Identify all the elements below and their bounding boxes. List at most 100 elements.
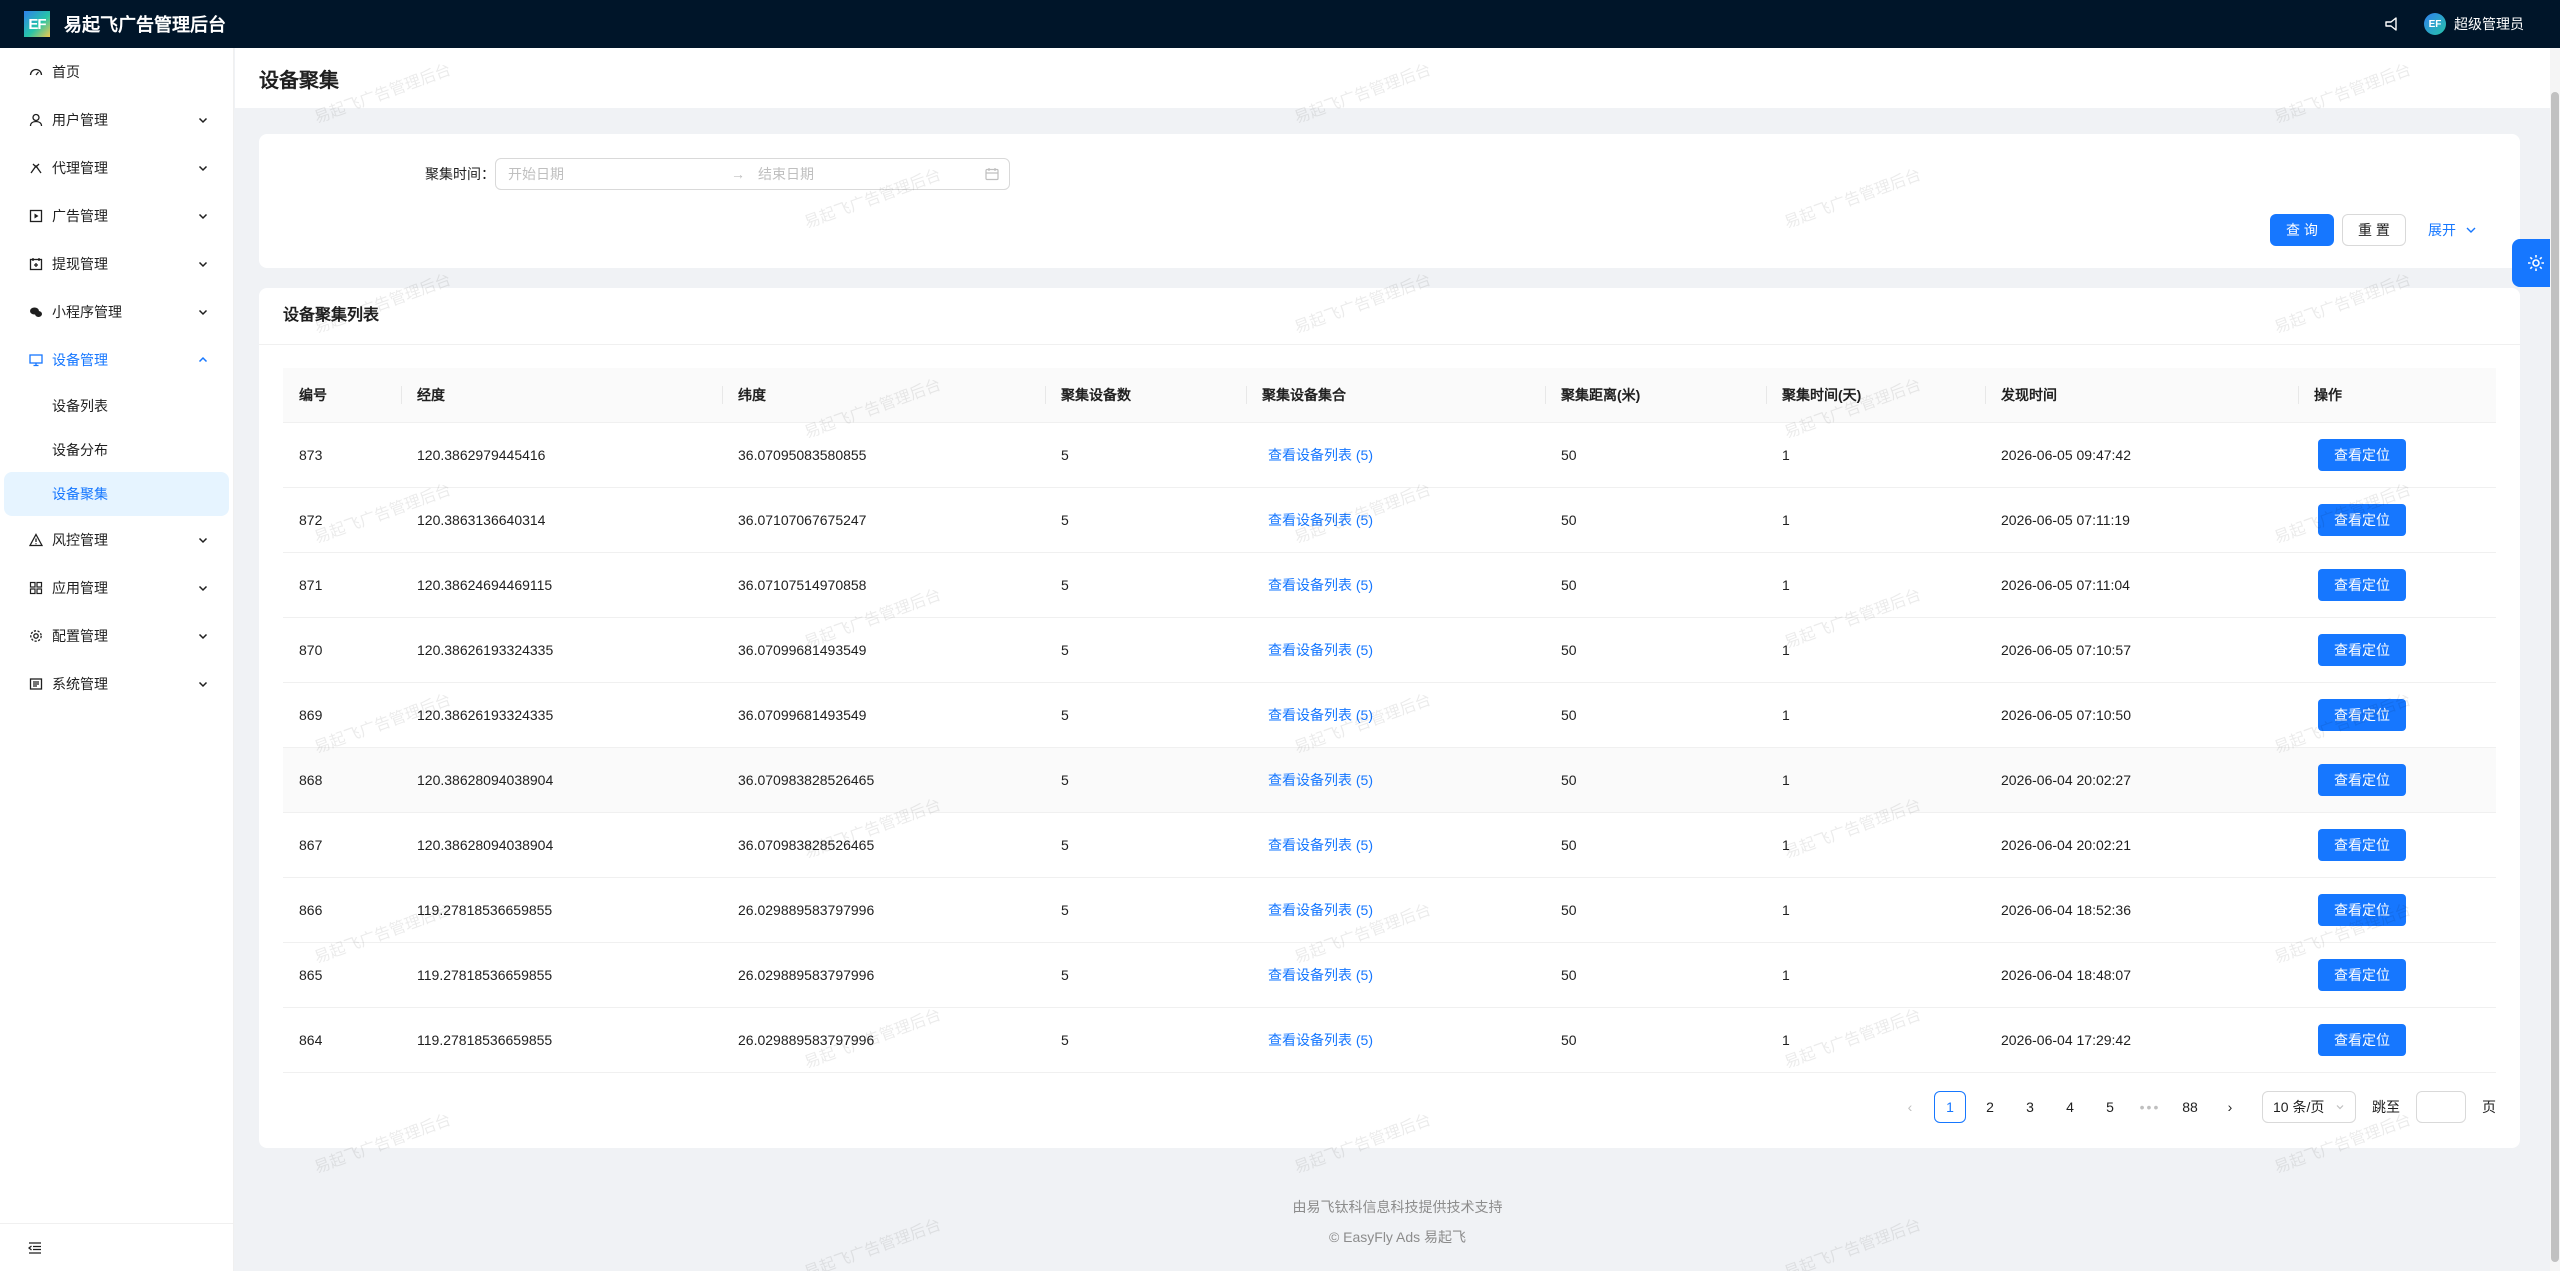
sidebar-item-risk[interactable]: 风控管理 xyxy=(0,516,233,564)
view-location-button[interactable]: 查看定位 xyxy=(2318,633,2406,666)
table-cell: 870 xyxy=(283,617,401,683)
view-location-button[interactable]: 查看定位 xyxy=(2318,893,2406,926)
table-cell: 120.3863136640314 xyxy=(401,487,722,553)
page-number[interactable]: 3 xyxy=(2014,1091,2046,1123)
page-number[interactable]: 5 xyxy=(2094,1091,2126,1123)
page-header: 设备聚集 xyxy=(235,48,2560,108)
view-location-button[interactable]: 查看定位 xyxy=(2318,568,2406,601)
sidebar-item-home[interactable]: 首页 xyxy=(0,48,233,96)
view-location-button[interactable]: 查看定位 xyxy=(2318,503,2406,536)
query-button[interactable]: 查 询 xyxy=(2270,214,2334,246)
view-device-list-link[interactable]: 查看设备列表 (5) xyxy=(1268,1032,1373,1048)
sidebar-item-apps[interactable]: 应用管理 xyxy=(0,564,233,612)
view-device-list-link[interactable]: 查看设备列表 (5) xyxy=(1268,512,1373,528)
table-row: 873 120.3862979445416 36.07095083580855 5 查看… xyxy=(283,422,2496,488)
page-scrollbar[interactable] xyxy=(2551,92,2559,1262)
start-date-input[interactable]: 开始日期 xyxy=(508,164,718,184)
table-cell: 50 xyxy=(1545,877,1766,943)
table-cell: 查看定位 xyxy=(2298,422,2496,488)
view-location-button[interactable]: 查看定位 xyxy=(2318,1023,2406,1056)
collapse-sidebar-button[interactable] xyxy=(0,1223,233,1271)
table-cell: 5 xyxy=(1045,617,1246,683)
sidebar-subitem-device-cluster[interactable]: 设备聚集 xyxy=(4,472,229,516)
user-name[interactable]: 超级管理员 xyxy=(2454,14,2524,34)
chevron-down-icon xyxy=(198,213,208,220)
sidebar-item-label: 代理管理 xyxy=(52,160,108,176)
table-cell: 5 xyxy=(1045,682,1246,748)
page-ellipsis[interactable]: ••• xyxy=(2134,1091,2166,1123)
table-cell: 2026-06-04 18:48:07 xyxy=(1985,942,2298,1008)
view-device-list-link[interactable]: 查看设备列表 (5) xyxy=(1268,902,1373,918)
reset-button[interactable]: 重 置 xyxy=(2342,214,2406,246)
table-cell: 871 xyxy=(283,552,401,618)
sidebar-item-withdrawals[interactable]: 提现管理 xyxy=(0,240,233,288)
table-row: 870 120.38626193324335 36.07099681493549 5 查… xyxy=(283,617,2496,683)
notification-icon[interactable] xyxy=(2384,16,2400,32)
sidebar-item-label: 应用管理 xyxy=(52,580,108,596)
page-list: 1 2 3 4 5 ••• 88 xyxy=(1934,1091,2206,1123)
table-cell: 36.070983828526465 xyxy=(722,747,1045,813)
table-cell: 5 xyxy=(1045,877,1246,943)
end-date-input[interactable]: 结束日期 xyxy=(758,164,968,184)
avatar[interactable]: EF xyxy=(2424,13,2446,35)
table-cell: 查看设备列表 (5) xyxy=(1246,617,1545,683)
expand-button[interactable]: 展开 xyxy=(2428,214,2478,246)
sidebar-item-system[interactable]: 系统管理 xyxy=(0,660,233,708)
view-location-button[interactable]: 查看定位 xyxy=(2318,698,2406,731)
view-location-button[interactable]: 查看定位 xyxy=(2318,763,2406,796)
table-cell: 1 xyxy=(1766,487,1985,553)
table-cell: 864 xyxy=(283,1007,401,1073)
view-location-button[interactable]: 查看定位 xyxy=(2318,438,2406,471)
table-cell: 1 xyxy=(1766,942,1985,1008)
view-device-list-link[interactable]: 查看设备列表 (5) xyxy=(1268,447,1373,463)
view-location-button[interactable]: 查看定位 xyxy=(2318,958,2406,991)
sidebar-item-agents[interactable]: 代理管理 xyxy=(0,144,233,192)
sidebar-subitem-device-distribution[interactable]: 设备分布 xyxy=(0,428,233,472)
arrow-right-icon: → xyxy=(731,166,745,182)
sidebar-item-miniprogram[interactable]: 小程序管理 xyxy=(0,288,233,336)
table-cell: 50 xyxy=(1545,812,1766,878)
view-device-list-link[interactable]: 查看设备列表 (5) xyxy=(1268,642,1373,658)
table-cell: 50 xyxy=(1545,942,1766,1008)
table-cell: 50 xyxy=(1545,617,1766,683)
table-cell: 查看设备列表 (5) xyxy=(1246,747,1545,813)
sidebar-item-config[interactable]: 配置管理 xyxy=(0,612,233,660)
table-header-row: 编号 经度 纬度 聚集设备数 聚集设备集合 聚集距离(米) 聚集时间(天) 发现时间 操作 xyxy=(283,368,2496,423)
view-device-list-link[interactable]: 查看设备列表 (5) xyxy=(1268,707,1373,723)
table-cell: 120.38628094038904 xyxy=(401,812,722,878)
date-range-picker[interactable]: 开始日期 → 结束日期 xyxy=(495,158,1010,190)
page-size-select[interactable]: 10 条/页 xyxy=(2262,1091,2356,1123)
page-number[interactable]: 2 xyxy=(1974,1091,2006,1123)
page-number[interactable]: 1 xyxy=(1934,1091,1966,1123)
table-cell: 869 xyxy=(283,682,401,748)
jump-page-input[interactable] xyxy=(2416,1091,2466,1123)
table-cell: 5 xyxy=(1045,552,1246,618)
page-title: 设备聚集 xyxy=(259,69,339,92)
next-page-button[interactable]: › xyxy=(2214,1091,2246,1123)
view-device-list-link[interactable]: 查看设备列表 (5) xyxy=(1268,577,1373,593)
table-cell: 2026-06-05 07:10:50 xyxy=(1985,682,2298,748)
table-cell: 26.029889583797996 xyxy=(722,942,1045,1008)
expand-label: 展开 xyxy=(2428,222,2456,238)
view-device-list-link[interactable]: 查看设备列表 (5) xyxy=(1268,772,1373,788)
sidebar-item-users[interactable]: 用户管理 xyxy=(0,96,233,144)
page-number[interactable]: 88 xyxy=(2174,1091,2206,1123)
top-header: EF 易起飞广告管理后台 EF 超级管理员 xyxy=(0,0,2560,48)
table-cell: 查看设备列表 (5) xyxy=(1246,812,1545,878)
warning-icon xyxy=(28,532,44,548)
logo[interactable]: EF xyxy=(24,11,50,37)
view-device-list-link[interactable]: 查看设备列表 (5) xyxy=(1268,967,1373,983)
view-device-list-link[interactable]: 查看设备列表 (5) xyxy=(1268,837,1373,853)
chevron-down-icon xyxy=(198,165,208,172)
table-cell: 1 xyxy=(1766,617,1985,683)
sidebar-item-devices[interactable]: 设备管理 xyxy=(0,336,233,384)
sidebar-item-ads[interactable]: 广告管理 xyxy=(0,192,233,240)
search-form: 聚集时间： 开始日期 → 结束日期 查 询 重 置 展开 xyxy=(259,134,2520,268)
chevron-down-icon xyxy=(2336,1105,2344,1110)
sidebar-subitem-device-list[interactable]: 设备列表 xyxy=(0,384,233,428)
prev-page-button[interactable]: ‹ xyxy=(1894,1091,1926,1123)
table-cell: 36.07107067675247 xyxy=(722,487,1045,553)
view-location-button[interactable]: 查看定位 xyxy=(2318,828,2406,861)
page-number[interactable]: 4 xyxy=(2054,1091,2086,1123)
table-cell: 查看设备列表 (5) xyxy=(1246,552,1545,618)
